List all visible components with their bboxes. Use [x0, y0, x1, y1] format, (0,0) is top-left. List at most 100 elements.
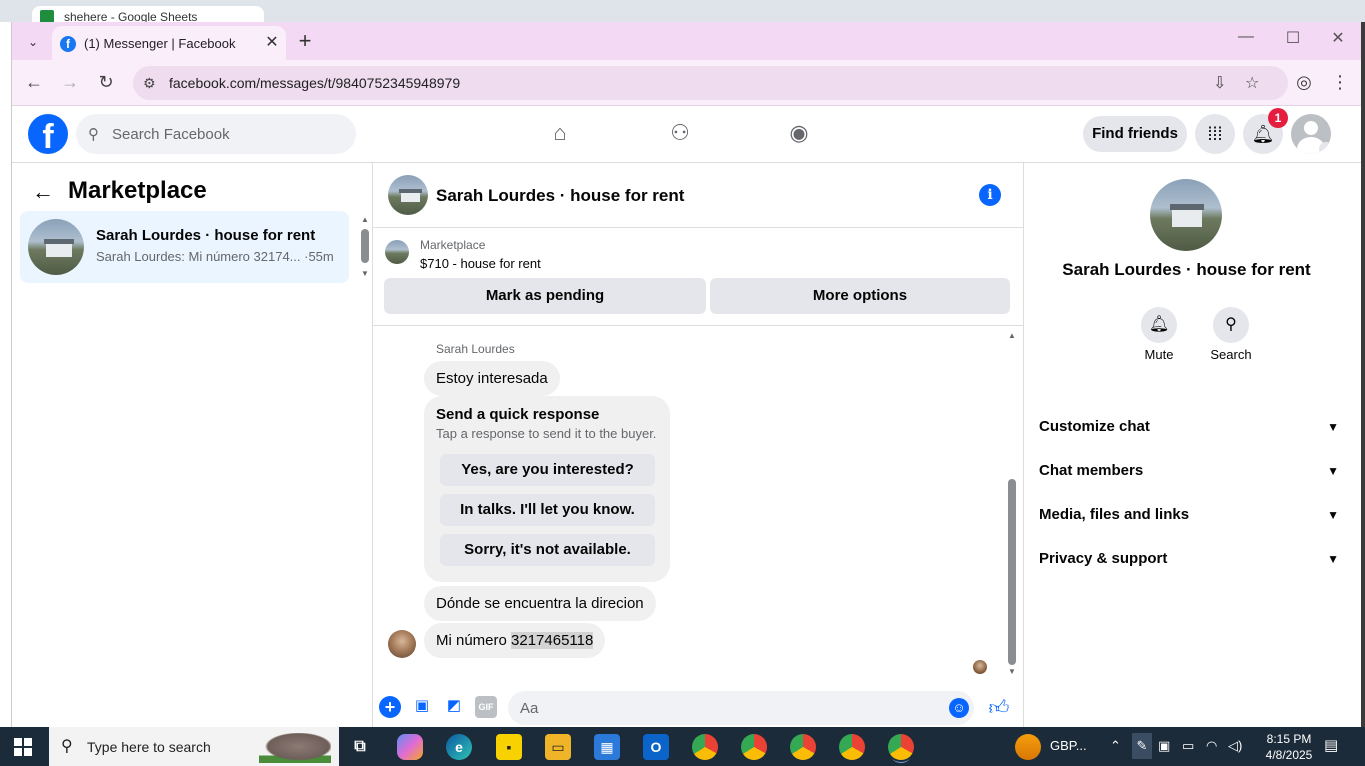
- gif-icon[interactable]: GIF: [475, 696, 497, 718]
- seen-receipt-avatar: [973, 660, 987, 674]
- bookmark-star-icon[interactable]: ☆: [1245, 73, 1259, 93]
- close-window-icon[interactable]: ✕: [1318, 28, 1358, 48]
- address-bar: ← → ↻ ⚙ facebook.com/messages/t/98407523…: [12, 60, 1361, 106]
- chat-title[interactable]: Sarah Lourdes · house for rent: [436, 186, 684, 206]
- currency-widget-icon[interactable]: [1015, 734, 1041, 760]
- currency-widget-text[interactable]: GBP...: [1050, 738, 1087, 753]
- groups-icon[interactable]: ◉: [784, 120, 814, 150]
- account-avatar[interactable]: ⌄: [1291, 114, 1331, 154]
- install-app-icon[interactable]: ⇩: [1213, 73, 1226, 93]
- quick-response-title: Send a quick response: [436, 406, 600, 423]
- tab-title: (1) Messenger | Facebook: [84, 36, 236, 51]
- windows-start-icon[interactable]: [14, 738, 32, 756]
- browser-menu-icon[interactable]: ⋮: [1329, 72, 1351, 93]
- close-tab-icon[interactable]: ✕: [262, 32, 282, 52]
- system-clock[interactable]: 8:15 PM 4/8/2025: [1256, 731, 1322, 763]
- chat-scrollbar[interactable]: ▲ ▼: [1007, 331, 1017, 679]
- search-in-chat-button[interactable]: ⚲ Search: [1201, 307, 1261, 362]
- maximize-icon[interactable]: ☐: [1273, 28, 1313, 48]
- back-arrow-icon[interactable]: ←: [32, 179, 54, 205]
- copilot-icon[interactable]: [397, 734, 423, 760]
- more-options-button[interactable]: More options: [710, 278, 1010, 314]
- mark-as-pending-button[interactable]: Mark as pending: [384, 278, 706, 314]
- reload-icon[interactable]: ↻: [95, 72, 117, 93]
- message-composer: + ▣ ◩ GIF Aa ☺ 👍︎: [373, 686, 1023, 727]
- file-explorer-icon[interactable]: ▭: [545, 734, 571, 760]
- outlook-icon[interactable]: O: [643, 734, 669, 760]
- facebook-search-input[interactable]: ⚲ Search Facebook: [76, 114, 356, 154]
- sticker-icon[interactable]: ◩: [443, 696, 465, 718]
- scroll-down-icon[interactable]: ▼: [1008, 667, 1016, 676]
- search-icon: ⚲: [61, 738, 73, 755]
- forward-icon[interactable]: →: [59, 72, 81, 93]
- conversation-scrollbar[interactable]: ▲ ▼: [361, 215, 369, 278]
- customize-chat-row[interactable]: Customize chat ▼: [1039, 405, 1339, 449]
- chat-profile-picture[interactable]: [1150, 179, 1222, 251]
- home-icon[interactable]: ⌂: [545, 120, 575, 150]
- chat-members-row[interactable]: Chat members ▼: [1039, 449, 1339, 493]
- pen-tray-icon[interactable]: ✎: [1132, 733, 1152, 759]
- info-icon[interactable]: i: [979, 184, 1001, 206]
- chevron-down-icon: ▼: [1327, 464, 1339, 478]
- meet-now-icon[interactable]: ▣: [1158, 738, 1170, 754]
- notification-center-icon[interactable]: ▤: [1324, 736, 1338, 754]
- quick-response-button[interactable]: Sorry, it's not available.: [440, 534, 655, 566]
- scrollbar-thumb[interactable]: [361, 229, 369, 263]
- scroll-up-icon[interactable]: ▲: [361, 215, 369, 224]
- quick-response-card: Send a quick response Tap a response to …: [424, 396, 670, 582]
- tab-messenger[interactable]: f (1) Messenger | Facebook ✕: [52, 26, 286, 60]
- attach-photo-icon[interactable]: ▣: [411, 696, 433, 718]
- chat-avatar[interactable]: [388, 175, 428, 215]
- url-text[interactable]: facebook.com/messages/t/9840752345948979: [169, 75, 460, 91]
- chrome-profile-icon[interactable]: [741, 734, 767, 760]
- thumbs-up-icon[interactable]: 👍︎: [988, 696, 1010, 719]
- back-icon[interactable]: ←: [23, 72, 45, 93]
- mute-button[interactable]: 🔔︎ Mute: [1129, 307, 1189, 362]
- search-highlight-image: [259, 733, 331, 763]
- scrollbar-thumb[interactable]: [1008, 479, 1016, 665]
- selected-phone-number[interactable]: 3217465118: [511, 632, 594, 649]
- tab-search-dropdown-icon[interactable]: ⌄: [22, 31, 44, 53]
- volume-icon[interactable]: ◁): [1228, 738, 1242, 754]
- quick-response-subtitle: Tap a response to send it to the buyer.: [436, 426, 657, 441]
- scroll-down-icon[interactable]: ▼: [361, 269, 369, 278]
- tab-bar: ⌄ f (1) Messenger | Facebook ✕ + — ☐ ✕: [12, 22, 1361, 60]
- show-hidden-icons-icon[interactable]: ⌃: [1110, 738, 1121, 754]
- chrome-profile-icon[interactable]: [790, 734, 816, 760]
- emoji-icon[interactable]: ☺: [949, 698, 969, 718]
- menu-grid-icon[interactable]: ⁞⁞⁞: [1195, 114, 1235, 154]
- taskbar-search-box[interactable]: ⚲ Type here to search: [49, 727, 339, 766]
- site-info-icon[interactable]: ⚙: [143, 75, 156, 92]
- message-bubble[interactable]: Dónde se encuentra la direcion: [424, 586, 656, 621]
- more-actions-plus-icon[interactable]: +: [379, 696, 401, 718]
- message-bubble[interactable]: Estoy interesada: [424, 361, 560, 396]
- listing-title[interactable]: $710 - house for rent: [420, 256, 541, 271]
- find-friends-button[interactable]: Find friends: [1083, 116, 1187, 152]
- media-files-links-row[interactable]: Media, files and links ▼: [1039, 493, 1339, 537]
- message-input[interactable]: Aa ☺: [508, 691, 974, 725]
- store-icon[interactable]: ▦: [594, 734, 620, 760]
- chrome-active-icon[interactable]: [888, 734, 914, 760]
- facebook-logo-icon[interactable]: f: [28, 114, 68, 156]
- chrome-icon[interactable]: [692, 734, 718, 760]
- edge-icon[interactable]: e: [446, 734, 472, 760]
- facebook-header: f ⚲ Search Facebook ⌂ ⚇ ◉ Find friends ⁞…: [12, 106, 1361, 163]
- marketplace-listing-bar: Marketplace $710 - house for rent Mark a…: [373, 228, 1023, 326]
- scroll-up-icon[interactable]: ▲: [1008, 331, 1016, 340]
- message-bubble[interactable]: Mi número 3217465118: [424, 623, 606, 658]
- new-tab-icon[interactable]: +: [294, 28, 316, 54]
- task-view-icon[interactable]: ⧉: [347, 734, 373, 760]
- quick-response-button[interactable]: In talks. I'll let you know.: [440, 494, 655, 526]
- minimize-icon[interactable]: —: [1226, 28, 1266, 46]
- wifi-icon[interactable]: ◠: [1206, 738, 1217, 754]
- profile-icon[interactable]: ◎: [1293, 72, 1315, 93]
- chrome-profile-icon[interactable]: [839, 734, 865, 760]
- omnibox[interactable]: ⚙ facebook.com/messages/t/98407523459489…: [133, 66, 1288, 100]
- sticky-notes-icon[interactable]: ▪: [496, 734, 522, 760]
- sender-avatar[interactable]: [388, 630, 416, 658]
- friends-icon[interactable]: ⚇: [665, 120, 695, 150]
- quick-response-button[interactable]: Yes, are you interested?: [440, 454, 655, 486]
- battery-icon[interactable]: ▭: [1182, 738, 1194, 754]
- conversation-item[interactable]: Sarah Lourdes · house for rent Sarah Lou…: [20, 211, 349, 283]
- privacy-support-row[interactable]: Privacy & support ▼: [1039, 537, 1339, 581]
